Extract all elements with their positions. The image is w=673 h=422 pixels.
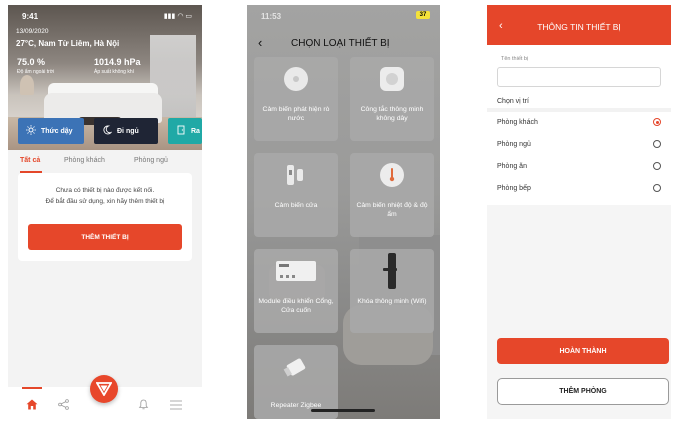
- radio-selected[interactable]: [653, 118, 661, 126]
- door-sensor-icon: [254, 153, 338, 197]
- empty-message: Chưa có thiết bị nào được kết nối. Để bắ…: [18, 185, 192, 207]
- page-title: CHỌN LOẠI THIẾT BỊ: [291, 38, 390, 49]
- device-type-door-sensor[interactable]: Cảm biến cửa: [254, 153, 338, 237]
- status-time: 11:53: [261, 12, 282, 21]
- smart-lock-icon: [350, 249, 434, 293]
- status-icons: ▮▮▮ ◠ ▭: [163, 13, 192, 20]
- home-icon[interactable]: [26, 397, 38, 415]
- tab-bedroom[interactable]: Phòng ngủ: [134, 157, 168, 164]
- device-type-gate-module[interactable]: Module điều khiển Cổng, Cửa cuốn: [254, 249, 338, 333]
- device-info-screen: ‹ THÔNG TIN THIẾT BỊ Tên thiết bị Chọn v…: [487, 5, 671, 419]
- add-device-button[interactable]: THÊM THIẾT BỊ: [28, 224, 182, 250]
- humidity-label: Độ ẩm ngoài trời: [17, 69, 55, 75]
- room-tabs: Tất cả Phòng khách Phòng ngủ: [8, 151, 202, 173]
- room-option-dining-room[interactable]: Phòng ăn: [487, 156, 671, 177]
- device-type-wireless-switch[interactable]: Công tắc thông minh không dây: [350, 57, 434, 141]
- device-type-zigbee-repeater[interactable]: Repeater Zigbee: [254, 345, 338, 419]
- gate-module-icon: [254, 249, 338, 293]
- bell-icon[interactable]: [138, 397, 149, 415]
- empty-devices-card: Chưa có thiết bị nào được kết nối. Để bắ…: [18, 173, 192, 261]
- empty-message-line1: Chưa có thiết bị nào được kết nối.: [55, 187, 155, 194]
- radio-unselected[interactable]: [653, 162, 661, 170]
- room-option-kitchen[interactable]: Phòng bếp: [487, 178, 671, 199]
- tab-living-room[interactable]: Phòng khách: [64, 157, 105, 164]
- empty-message-line2: Để bắt đầu sử dụng, xin hãy thêm thiết b…: [45, 198, 165, 205]
- date-text: 13/09/2020: [16, 28, 49, 35]
- menu-icon[interactable]: [170, 397, 182, 415]
- device-type-smart-lock[interactable]: Khóa thông minh (Wifi): [350, 249, 434, 333]
- water-sensor-icon: [254, 57, 338, 101]
- battery-indicator: 37: [416, 11, 430, 19]
- device-name-label: Tên thiết bị: [501, 56, 529, 62]
- device-type-label: Cảm biến cửa: [274, 202, 318, 209]
- usb-repeater-icon: [254, 345, 338, 389]
- device-type-temp-humidity[interactable]: Cảm biến nhiệt độ & độ ẩm: [350, 153, 434, 237]
- scene-label: Ra: [191, 127, 200, 135]
- logo-icon[interactable]: [90, 375, 118, 403]
- room-label: Phòng bếp: [497, 185, 531, 192]
- device-type-label: Cảm biến phát hiện rò nước: [262, 106, 330, 122]
- share-icon[interactable]: [58, 397, 69, 415]
- radio-unselected[interactable]: [653, 140, 661, 148]
- scene-sleep-button[interactable]: Đi ngủ: [94, 118, 158, 144]
- scene-wake-up-button[interactable]: Thức dậy: [18, 118, 84, 144]
- home-indicator: [311, 409, 375, 412]
- tab-all[interactable]: Tất cả: [20, 157, 40, 164]
- device-type-label: Module điều khiển Cổng, Cửa cuốn: [258, 298, 334, 314]
- sun-icon: [26, 125, 36, 137]
- done-button[interactable]: HOÀN THÀNH: [497, 338, 669, 364]
- thermometer-icon: [350, 153, 434, 197]
- device-type-label: Khóa thông minh (Wifi): [357, 298, 427, 305]
- device-type-label: Công tắc thông minh không dây: [360, 106, 424, 122]
- device-type-label: Cảm biến nhiệt độ & độ ẩm: [356, 202, 428, 218]
- scene-go-out-button[interactable]: Ra: [168, 118, 202, 144]
- back-button[interactable]: ‹: [258, 35, 262, 50]
- room-label: Phòng khách: [497, 119, 538, 126]
- add-room-button[interactable]: THÊM PHÒNG: [497, 378, 669, 405]
- page-title: THÔNG TIN THIẾT BỊ: [537, 22, 621, 32]
- location-section-label: Chọn vị trí: [497, 98, 529, 105]
- home-screen: 9:41 ▮▮▮ ◠ ▭ 13/09/2020 27°C, Nam Từ Liê…: [8, 5, 202, 419]
- room-label: Phòng ngủ: [497, 141, 531, 148]
- room-option-bedroom[interactable]: Phòng ngủ: [487, 134, 671, 155]
- device-name-input[interactable]: [497, 67, 661, 87]
- room-label: Phòng ăn: [497, 163, 527, 170]
- room-option-living-room[interactable]: Phòng khách: [487, 112, 671, 133]
- humidity-value: 75.0 %: [17, 57, 46, 67]
- pressure-label: Áp suất không khí: [94, 69, 135, 75]
- pressure-value: 1014.9 hPa: [94, 57, 141, 67]
- wireless-switch-icon: [350, 57, 434, 101]
- active-nav-indicator: [22, 387, 42, 389]
- moon-icon: [102, 125, 113, 137]
- device-type-water-sensor[interactable]: Cảm biến phát hiện rò nước: [254, 57, 338, 141]
- radio-unselected[interactable]: [653, 184, 661, 192]
- status-time: 9:41: [22, 12, 39, 21]
- scene-label: Đi ngủ: [117, 127, 139, 135]
- weather-text: 27°C, Nam Từ Liêm, Hà Nội: [16, 39, 120, 48]
- scene-label: Thức dậy: [41, 127, 73, 135]
- door-icon: [176, 125, 186, 137]
- device-type-screen: 11:53 37 ‹ CHỌN LOẠI THIẾT BỊ Cảm biến p…: [247, 5, 440, 419]
